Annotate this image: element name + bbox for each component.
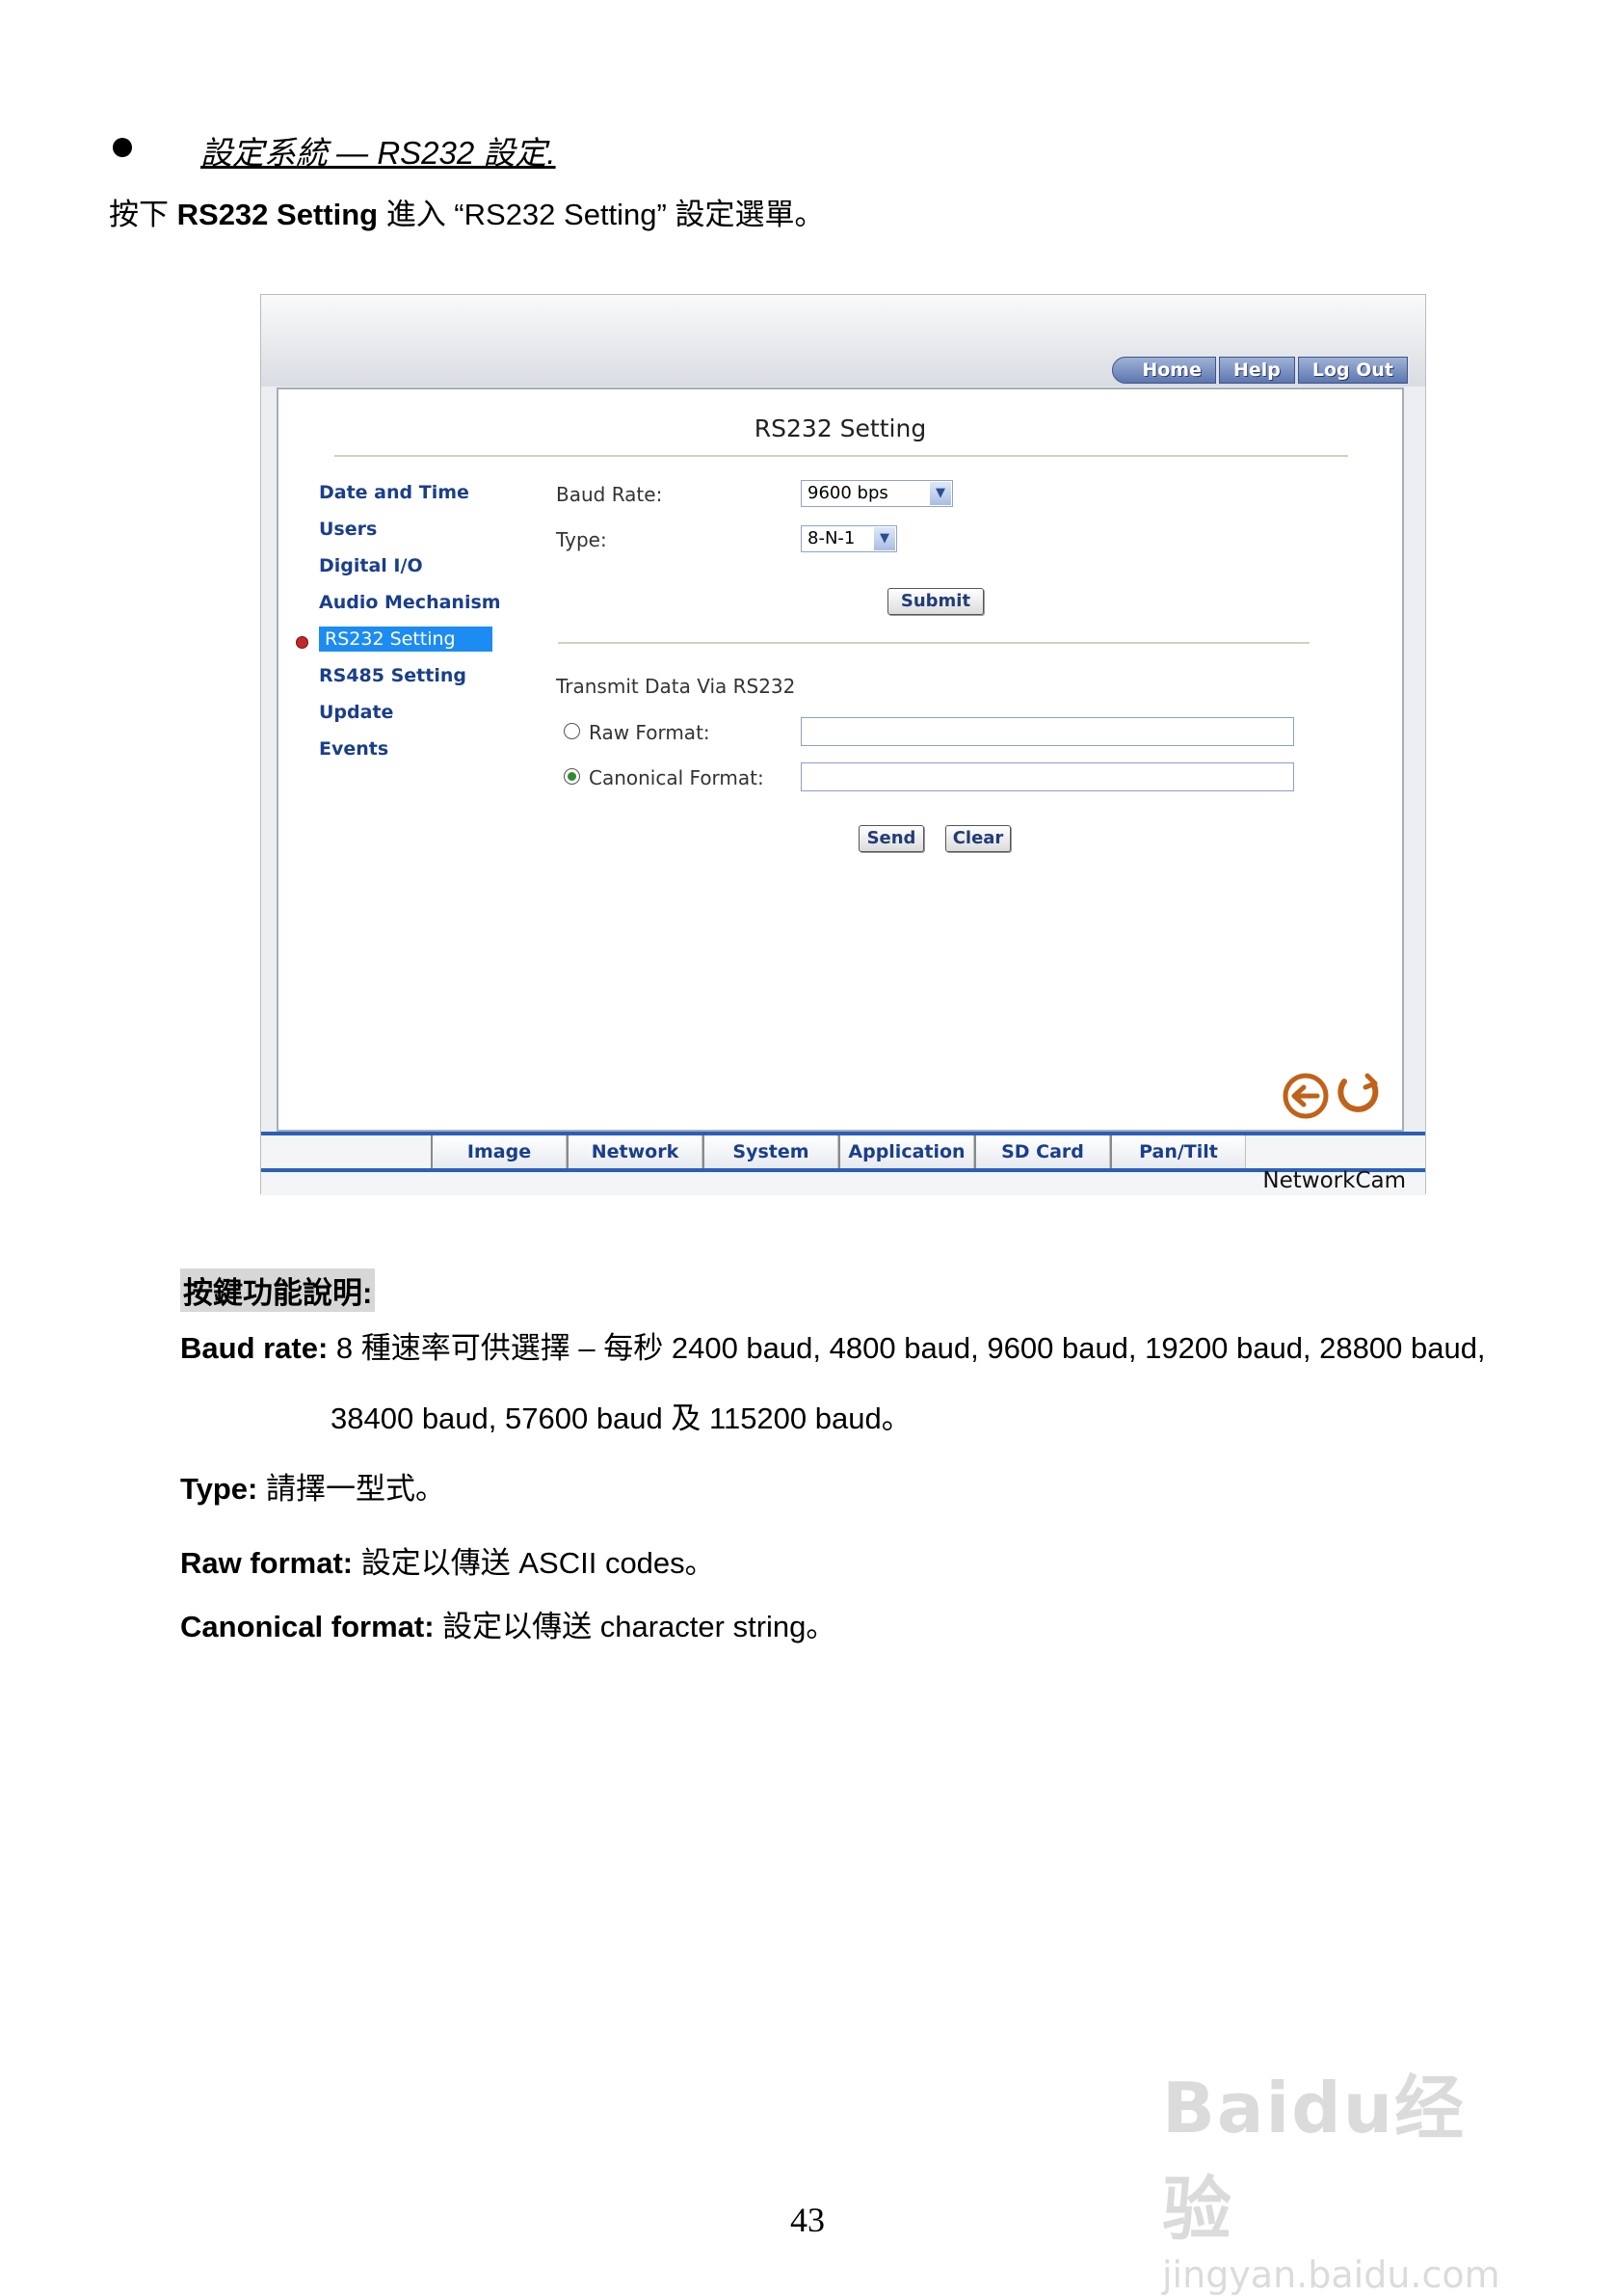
sidebar-item-audio[interactable]: Audio Mechanism (319, 592, 501, 613)
bullet-icon (113, 138, 132, 157)
chevron-down-icon: ▼ (874, 527, 895, 550)
baud-rate-label: Baud Rate: (556, 483, 663, 506)
form-divider (558, 642, 1310, 644)
canonical-format-label: Canonical Format: (589, 766, 764, 789)
canonical-format-input[interactable] (801, 762, 1294, 791)
watermark-url: jingyan.baidu.com (1162, 2254, 1500, 2296)
top-nav: Home Help Log Out (1109, 357, 1408, 384)
home-button[interactable]: Home (1112, 357, 1216, 384)
logout-button[interactable]: Log Out (1297, 357, 1408, 384)
bar-bottom-line (261, 1168, 1425, 1172)
sidebar-item-events[interactable]: Events (319, 738, 388, 760)
page-number: 43 (790, 2201, 825, 2239)
settings-panel: RS232 Setting Date and Time Users Digita… (277, 387, 1404, 1132)
sidebar-item-users[interactable]: Users (319, 519, 377, 540)
baidu-watermark: Baidu经验 jingyan.baidu.com (1162, 2051, 1528, 2296)
tab-pan-tilt[interactable]: Pan/Tilt (1110, 1135, 1246, 1168)
main-tabs: Image Network System Application SD Card… (431, 1135, 1246, 1168)
chevron-down-icon: ▼ (930, 482, 951, 505)
active-marker-icon (296, 636, 308, 649)
submit-button[interactable]: Submit (887, 588, 984, 615)
intro-bold: RS232 Setting (176, 198, 379, 231)
intro-text: 按下 RS232 Setting 進入 “RS232 Setting” 設定選單… (109, 198, 825, 231)
sidebar-item-rs232[interactable]: RS232 Setting (319, 627, 492, 652)
sidebar-item-date-time[interactable]: Date and Time (319, 482, 469, 503)
baud-rate-desc: Baud rate: 8 種速率可供選擇 – 每秒 2400 baud, 480… (180, 1331, 1486, 1365)
bottom-bar: Image Network System Application SD Card… (261, 1132, 1425, 1195)
sidebar-item-update[interactable]: Update (319, 702, 393, 723)
tab-image[interactable]: Image (431, 1135, 567, 1168)
type-desc: Type: 請擇一型式。 (180, 1472, 446, 1506)
transmit-label: Transmit Data Via RS232 (556, 675, 796, 698)
sidebar-item-digital-io[interactable]: Digital I/O (319, 555, 423, 576)
section-heading: 設定系統 — RS232 設定. (200, 135, 556, 171)
back-refresh-icons (1283, 1073, 1379, 1119)
baud-rate-desc-cont: 38400 baud, 57600 baud 及 115200 baud。 (331, 1402, 912, 1435)
refresh-icon[interactable] (1337, 1073, 1379, 1112)
title-divider (334, 455, 1348, 457)
tab-sd-card[interactable]: SD Card (974, 1135, 1110, 1168)
raw-format-radio[interactable] (564, 723, 580, 739)
embedded-screenshot: Home Help Log Out RS232 Setting Date and… (260, 294, 1426, 1195)
tab-system[interactable]: System (702, 1135, 838, 1168)
brand-label: NetworkCam (1262, 1168, 1406, 1193)
tab-network[interactable]: Network (567, 1135, 702, 1168)
back-arrow-icon[interactable] (1283, 1073, 1329, 1119)
canonical-format-radio[interactable] (564, 768, 580, 785)
baud-rate-value: 9600 bps (808, 483, 888, 503)
description-header: 按鍵功能說明: (180, 1268, 376, 1312)
clear-button[interactable]: Clear (945, 825, 1011, 852)
radio-selected-dot (568, 772, 576, 781)
raw-format-input[interactable] (801, 717, 1294, 746)
sidebar-item-rs485[interactable]: RS485 Setting (319, 665, 466, 686)
canonical-format-desc: Canonical format: 設定以傳送 character string… (180, 1610, 836, 1643)
baud-rate-select[interactable]: 9600 bps ▼ (801, 480, 953, 507)
tab-application[interactable]: Application (838, 1135, 974, 1168)
type-value: 8-N-1 (808, 528, 856, 548)
type-label: Type: (556, 528, 607, 551)
type-select[interactable]: 8-N-1 ▼ (801, 525, 897, 552)
help-button[interactable]: Help (1218, 357, 1295, 384)
raw-format-label: Raw Format: (589, 721, 710, 744)
raw-format-desc: Raw format: 設定以傳送 ASCII codes。 (180, 1546, 715, 1580)
panel-title: RS232 Setting (754, 414, 927, 442)
send-button[interactable]: Send (859, 825, 924, 852)
